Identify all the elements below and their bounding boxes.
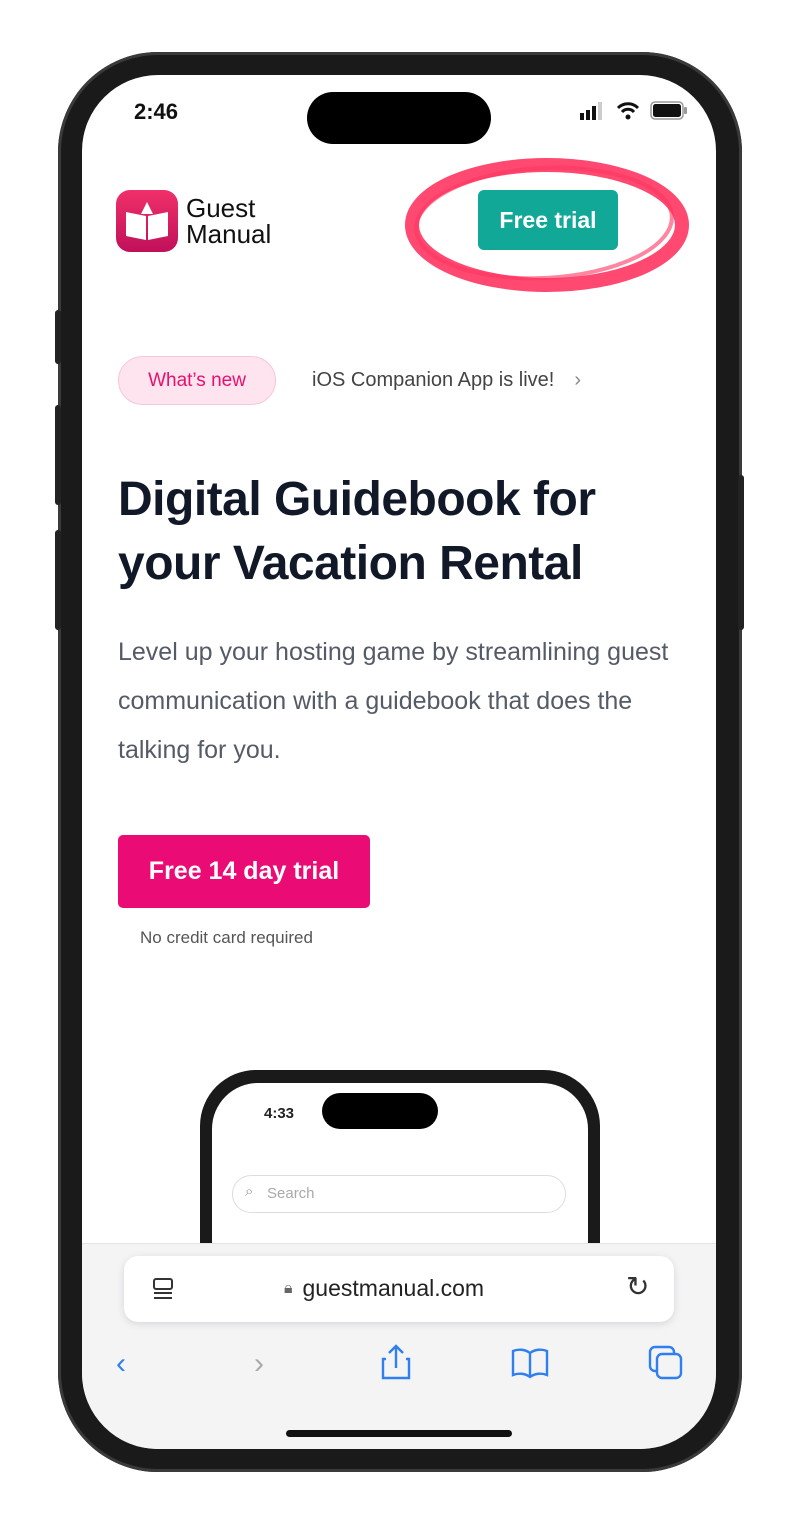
share-icon[interactable] [380,1343,412,1381]
mute-switch [55,310,61,364]
preview-dynamic-island [322,1093,438,1129]
free-14-day-trial-button[interactable]: Free 14 day trial [118,835,370,908]
tabs-icon[interactable] [648,1345,684,1381]
logo-line1: Guest [186,193,256,223]
back-icon[interactable]: ‹ [116,1347,126,1381]
dynamic-island [307,92,491,144]
announcement-text: iOS Companion App is live! [312,369,555,391]
bookmarks-icon[interactable] [510,1347,550,1379]
reader-icon[interactable] [152,1277,174,1301]
guest-manual-logo[interactable] [116,190,178,252]
home-indicator [286,1430,512,1437]
preview-search-placeholder: Search [267,1185,315,1202]
search-icon: ⌕ [245,1183,254,1200]
lock-icon: 🔒︎ [284,1279,293,1297]
whats-new-badge[interactable]: What’s new [118,356,276,405]
preview-search-input: Search ⌕ [232,1175,566,1213]
free-trial-button[interactable]: Free trial [478,190,618,250]
hero-title: Digital Guidebook for your Vacation Rent… [118,473,596,590]
phone-screen: 2:46 Guest Manual Free trial What’s new i… [82,75,716,1449]
power-button [738,475,744,630]
book-icon [126,202,168,240]
url-text: guestmanual.com [302,1275,485,1301]
hero-subtitle: Level up your hosting game by streamlini… [118,638,669,764]
wifi-icon [616,102,640,120]
preview-time: 4:33 [264,1105,295,1122]
volume-down [55,530,61,630]
signal-icon [580,102,602,120]
status-time: 2:46 [134,99,179,124]
volume-up [55,405,61,505]
address-bar[interactable]: 🔒︎ guestmanual.com ↻ [124,1256,674,1322]
reload-icon[interactable]: ↻ [626,1270,649,1303]
no-credit-card-note: No credit card required [140,928,313,947]
forward-icon[interactable]: › [254,1347,264,1381]
logo-line2: Manual [186,219,272,249]
announcement-link[interactable]: iOS Companion App is live! › [312,369,581,392]
logo-text: Guest Manual [186,195,271,247]
battery-icon [650,101,687,120]
url-display[interactable]: 🔒︎ guestmanual.com [284,1275,484,1302]
chevron-right-icon: › [574,369,582,391]
